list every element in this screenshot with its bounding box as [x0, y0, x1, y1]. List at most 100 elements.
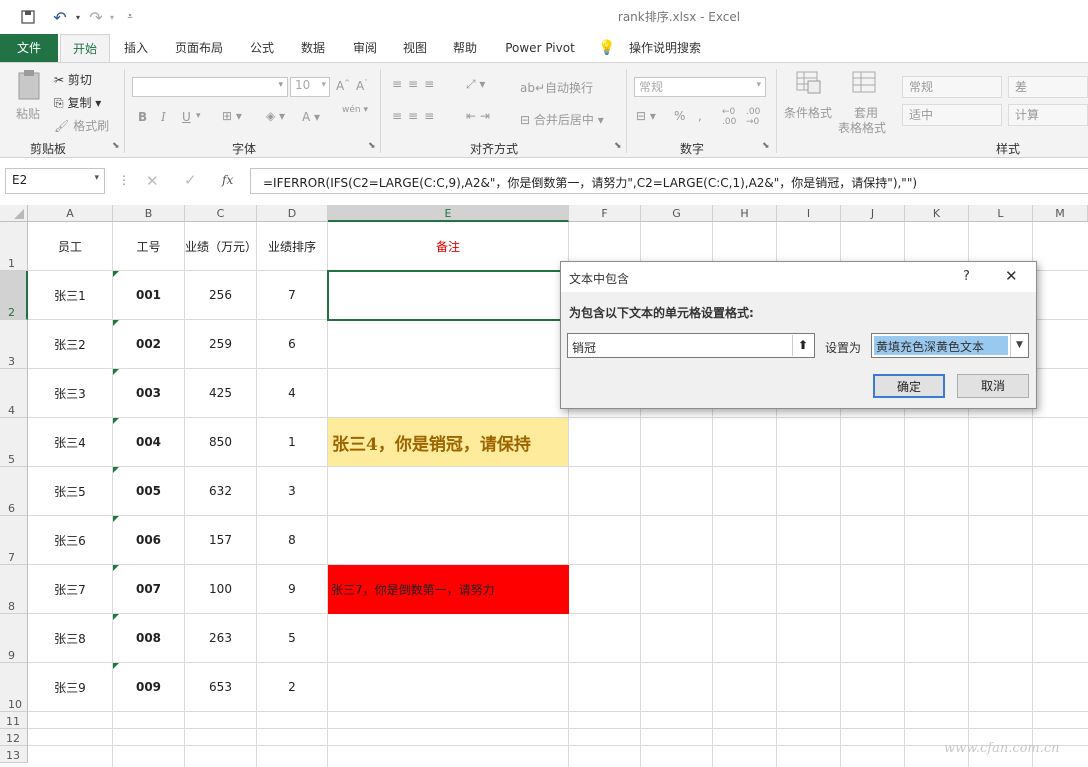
help-button[interactable]: ?: [963, 269, 970, 284]
underline-dropdown-icon[interactable]: ▾: [196, 111, 201, 121]
header-employee[interactable]: 员工: [28, 222, 112, 270]
cell-note[interactable]: [328, 467, 568, 515]
paste-label[interactable]: 粘贴: [16, 105, 40, 122]
merge-center-button[interactable]: ⊟ 合并后居中 ▾: [520, 111, 604, 128]
row-header-8[interactable]: 8: [0, 565, 28, 614]
dialog-titlebar[interactable]: 文本中包含 ? ✕: [561, 262, 1036, 292]
number-launcher-icon[interactable]: ⬊: [762, 141, 770, 151]
cell-name[interactable]: 张三7: [28, 565, 112, 613]
copy-button[interactable]: ⎘ 复制 ▾: [54, 94, 101, 111]
cell-id[interactable]: 008: [113, 614, 184, 662]
increase-font-icon[interactable]: A^: [336, 79, 350, 93]
cell-name[interactable]: 张三8: [28, 614, 112, 662]
cell-performance[interactable]: 259: [185, 320, 256, 368]
cell-name[interactable]: 张三4: [28, 418, 112, 466]
font-size-select[interactable]: 10 ▾: [290, 77, 330, 97]
row-header-4[interactable]: 4: [0, 369, 28, 418]
more-options-icon[interactable]: ⋮: [118, 173, 130, 187]
column-header-g[interactable]: G: [641, 205, 713, 222]
cell-performance[interactable]: 256: [185, 271, 256, 319]
tab-review[interactable]: 审阅: [344, 34, 386, 62]
style-neutral[interactable]: 适中: [902, 104, 1002, 126]
row-header-6[interactable]: 6: [0, 467, 28, 516]
cell-id[interactable]: 002: [113, 320, 184, 368]
column-header-j[interactable]: J: [841, 205, 905, 222]
orientation-icon[interactable]: ⤢ ▾: [466, 77, 485, 92]
cell-name[interactable]: 张三1: [28, 271, 112, 319]
decrease-font-icon[interactable]: Aˇ: [356, 79, 368, 93]
row-header-5[interactable]: 5: [0, 418, 28, 467]
alignment-launcher-icon[interactable]: ⬊: [614, 141, 622, 151]
row-header-7[interactable]: 7: [0, 516, 28, 565]
column-header-a[interactable]: A: [28, 205, 113, 222]
column-header-m[interactable]: M: [1033, 205, 1088, 222]
row-header-1[interactable]: 1: [0, 222, 28, 271]
cell-rank[interactable]: 3: [257, 467, 327, 515]
style-calculation[interactable]: 计算: [1008, 104, 1088, 126]
cell-rank[interactable]: 4: [257, 369, 327, 417]
cell-rank[interactable]: 7: [257, 271, 327, 319]
header-id[interactable]: 工号: [113, 222, 184, 270]
tab-page-layout[interactable]: 页面布局: [166, 34, 232, 62]
bold-button[interactable]: B: [138, 110, 147, 124]
tell-me-search[interactable]: 操作说明搜索: [622, 34, 708, 62]
cell-id[interactable]: 001: [113, 271, 184, 319]
cell-note[interactable]: [328, 614, 568, 662]
cell-name[interactable]: 张三9: [28, 663, 112, 711]
tab-insert[interactable]: 插入: [116, 34, 156, 62]
comma-icon[interactable]: ,: [698, 109, 702, 123]
header-rank[interactable]: 业绩排序: [257, 222, 327, 270]
column-header-h[interactable]: H: [713, 205, 777, 222]
increase-decimal-icon[interactable]: ←0.00: [722, 107, 736, 127]
cell-performance[interactable]: 653: [185, 663, 256, 711]
cell-id[interactable]: 007: [113, 565, 184, 613]
insert-function-icon[interactable]: fx: [222, 173, 233, 187]
wrap-text-button[interactable]: ab↵自动换行: [520, 79, 593, 96]
row-header-13[interactable]: 13: [0, 746, 28, 763]
row-header-2[interactable]: 2: [0, 271, 28, 320]
cell-name[interactable]: 张三6: [28, 516, 112, 564]
column-header-c[interactable]: C: [185, 205, 257, 222]
ok-button[interactable]: 确定: [873, 374, 945, 398]
percent-button[interactable]: %: [674, 109, 685, 123]
indent-icons[interactable]: ⇤ ⇥: [466, 109, 490, 123]
column-header-b[interactable]: B: [113, 205, 185, 222]
cell-name[interactable]: 张三3: [28, 369, 112, 417]
tab-file[interactable]: 文件: [0, 34, 58, 62]
font-color-button[interactable]: A ▾: [302, 110, 320, 124]
underline-button[interactable]: U: [182, 110, 191, 124]
cell-id[interactable]: 009: [113, 663, 184, 711]
cell-note[interactable]: [328, 369, 568, 417]
cell-id[interactable]: 005: [113, 467, 184, 515]
format-as-table-label-2[interactable]: 表格格式: [838, 119, 886, 136]
cell-rank[interactable]: 5: [257, 614, 327, 662]
font-launcher-icon[interactable]: ⬊: [368, 141, 376, 151]
cell-rank[interactable]: 1: [257, 418, 327, 466]
cell-name[interactable]: 张三2: [28, 320, 112, 368]
style-normal[interactable]: 常规: [902, 76, 1002, 98]
cell-performance[interactable]: 157: [185, 516, 256, 564]
tab-formulas[interactable]: 公式: [242, 34, 282, 62]
column-header-d[interactable]: D: [257, 205, 328, 222]
range-select-icon[interactable]: ⬆: [792, 335, 813, 356]
format-as-table-icon[interactable]: [852, 71, 878, 95]
cell-rank[interactable]: 2: [257, 663, 327, 711]
confirm-entry-icon[interactable]: ✓: [184, 171, 197, 189]
format-select[interactable]: 黄填充色深黄色文本 ▼: [871, 333, 1029, 358]
format-painter-button[interactable]: 🖌 格式刷: [54, 117, 109, 134]
clipboard-launcher-icon[interactable]: ⬊: [112, 141, 120, 151]
row-header-12[interactable]: 12: [0, 729, 28, 746]
paste-icon[interactable]: [14, 69, 44, 103]
number-format-select[interactable]: 常规 ▾: [634, 77, 766, 97]
tab-home[interactable]: 开始: [60, 34, 110, 64]
formula-input[interactable]: =IFERROR(IFS(C2=LARGE(C:C,9),A2&"，你是倒数第一…: [250, 168, 1088, 194]
column-header-f[interactable]: F: [569, 205, 641, 222]
font-name-select[interactable]: ▾: [132, 77, 288, 97]
borders-icon[interactable]: ⊞ ▾: [222, 109, 242, 123]
cell-id[interactable]: 004: [113, 418, 184, 466]
cell-note[interactable]: [328, 516, 568, 564]
column-header-k[interactable]: K: [905, 205, 969, 222]
cell-rank[interactable]: 6: [257, 320, 327, 368]
tab-help[interactable]: 帮助: [444, 34, 486, 62]
cell-performance[interactable]: 100: [185, 565, 256, 613]
